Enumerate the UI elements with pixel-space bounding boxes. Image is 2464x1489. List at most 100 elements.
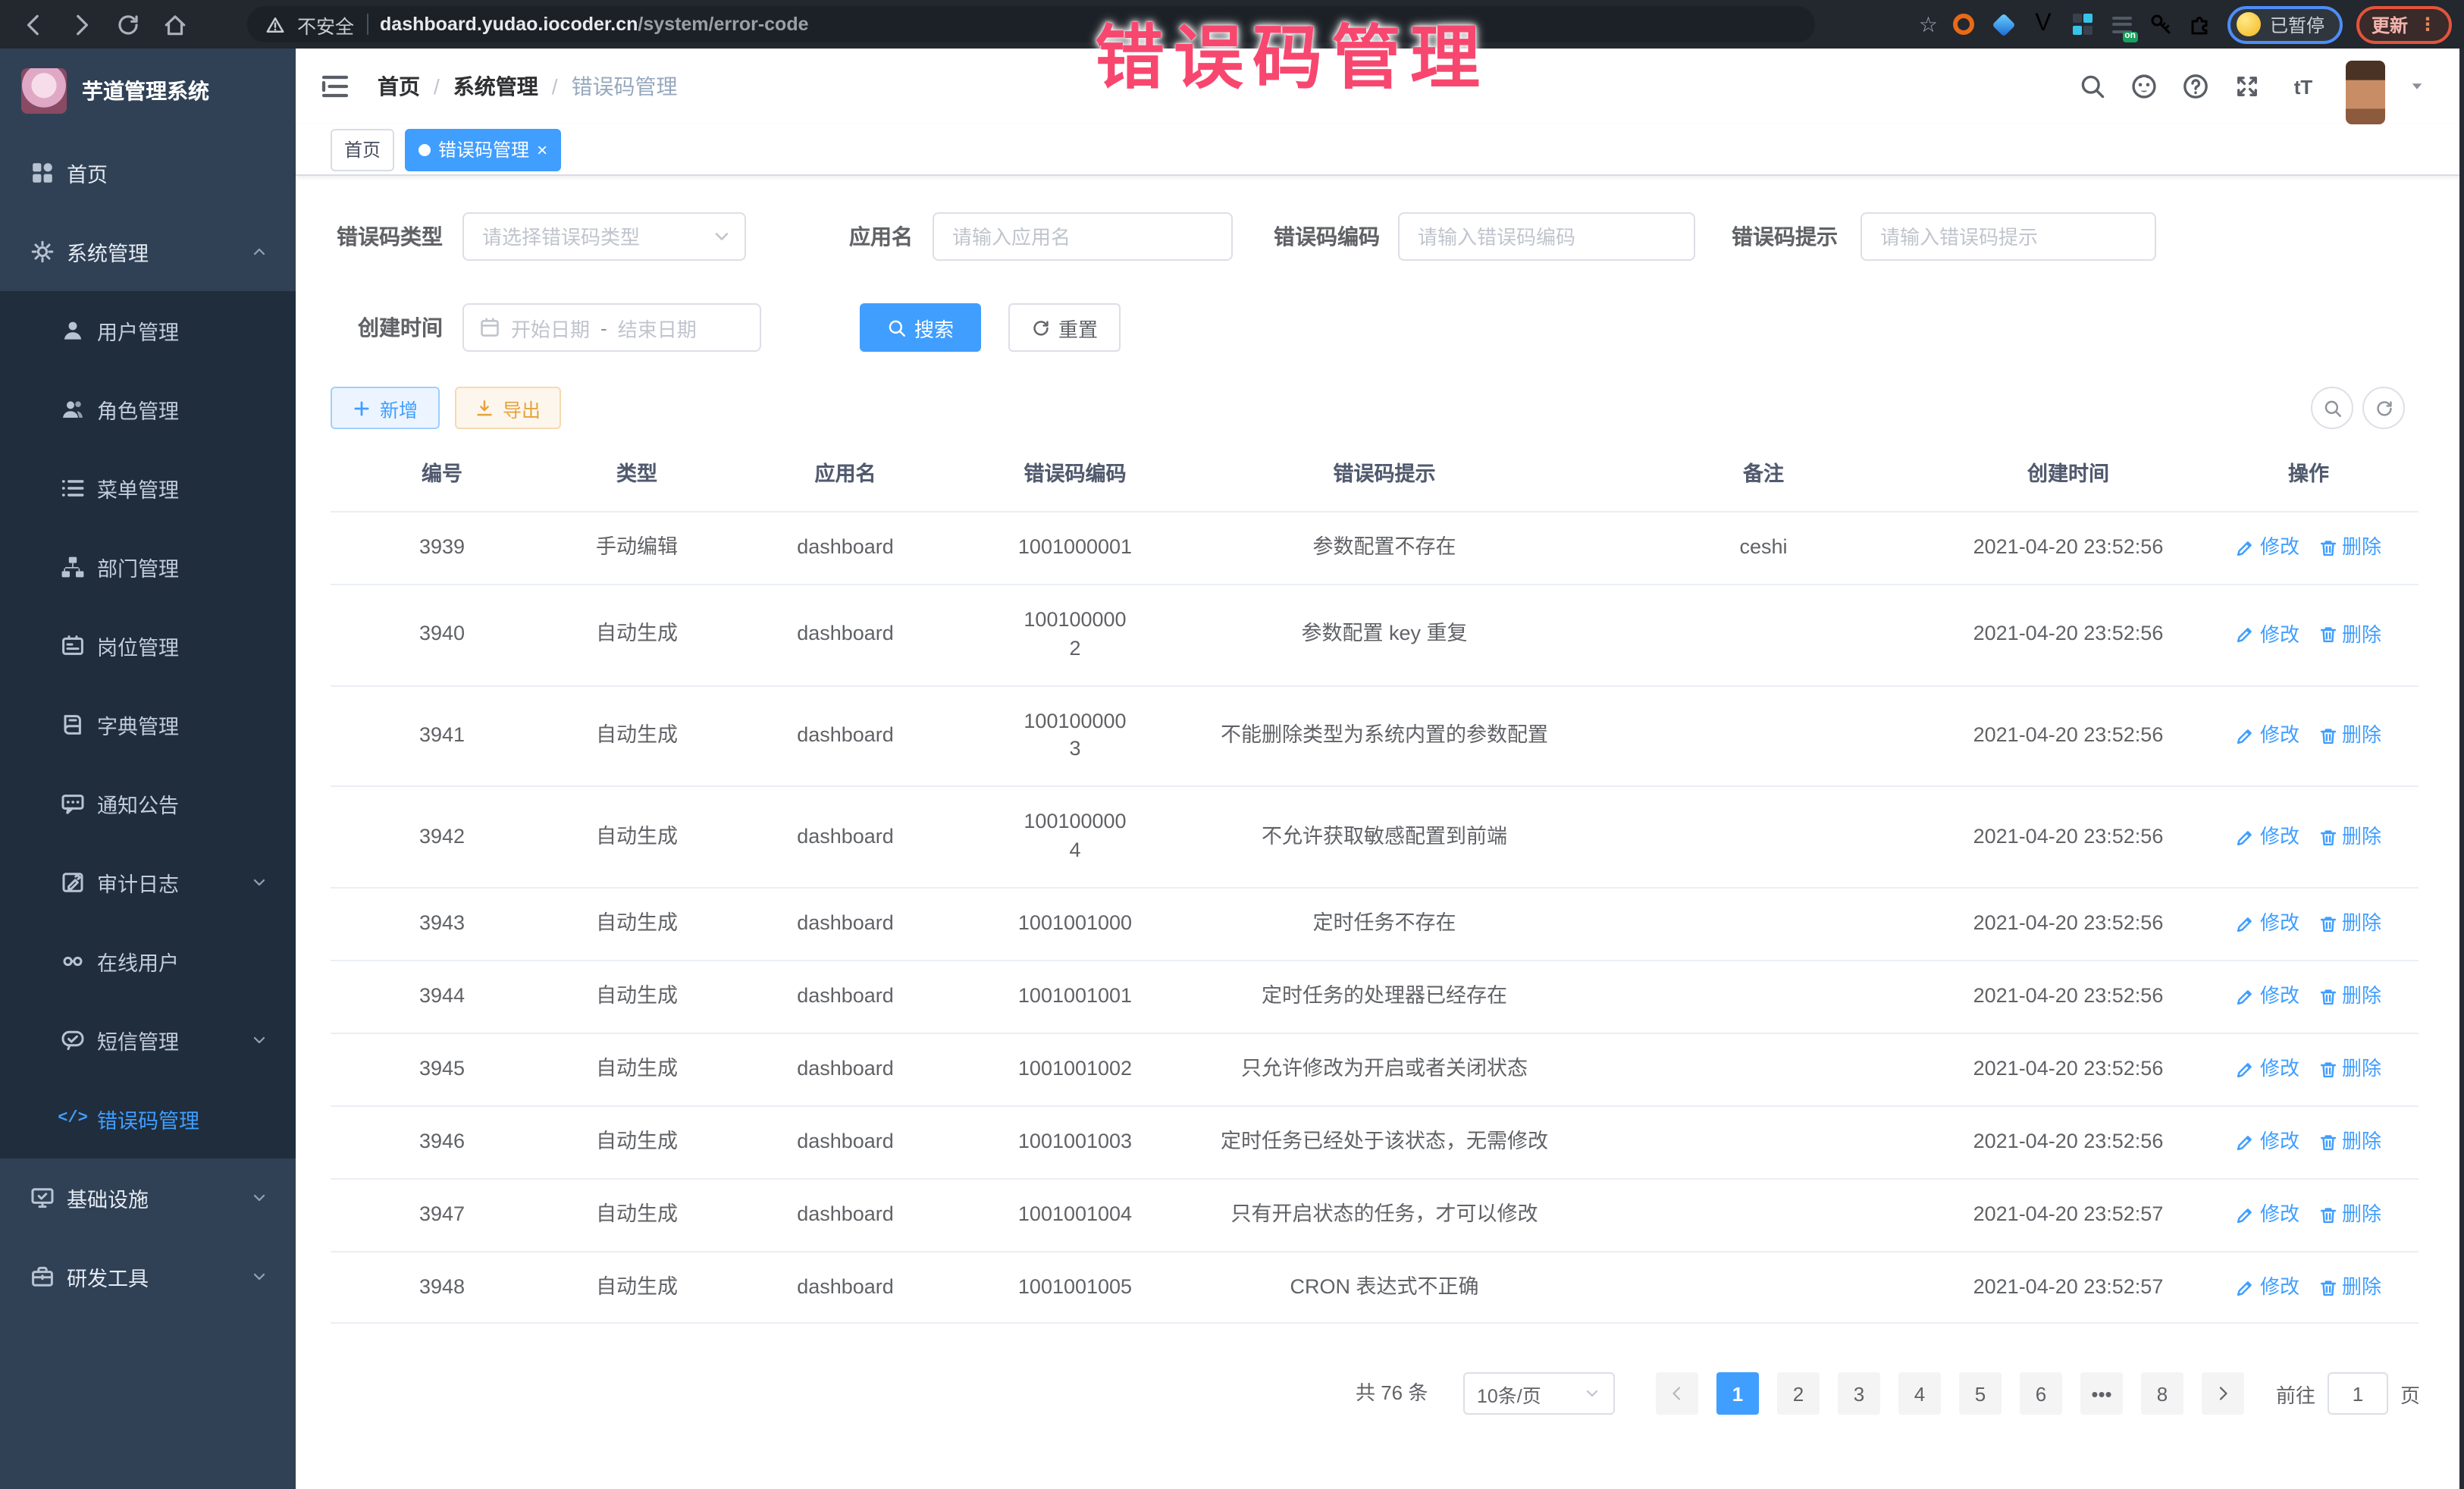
table-row[interactable]: 3945自动生成dashboard1001001002只允许修改为开启或者关闭状… bbox=[331, 1034, 2419, 1107]
page-button-8[interactable]: 8 bbox=[2141, 1372, 2183, 1415]
green-v-extension-icon[interactable]: V bbox=[2030, 11, 2056, 37]
blue-gem-extension-icon[interactable] bbox=[1991, 11, 2017, 37]
sidebar-item-users[interactable]: 角色管理 bbox=[0, 370, 296, 449]
browser-menu-icon[interactable]: ⋮ bbox=[2419, 14, 2437, 35]
table-row[interactable]: 3939手动编辑dashboard1001000001参数配置不存在ceshi2… bbox=[331, 513, 2419, 585]
delete-link[interactable]: 删除 bbox=[2318, 1128, 2381, 1155]
table-row[interactable]: 3946自动生成dashboard1001001003定时任务已经处于该状态，无… bbox=[331, 1107, 2419, 1180]
more-pages-button[interactable]: ••• bbox=[2080, 1372, 2123, 1415]
search-button[interactable]: 搜索 bbox=[860, 303, 981, 352]
sidebar-item-list[interactable]: 菜单管理 bbox=[0, 449, 296, 528]
sidebar-item-toolbox[interactable]: 研发工具 bbox=[0, 1237, 296, 1316]
edit-link[interactable]: 修改 bbox=[2236, 1201, 2299, 1228]
breadcrumb-home[interactable]: 首页 bbox=[378, 71, 420, 102]
page-button-6[interactable]: 6 bbox=[2020, 1372, 2062, 1415]
table-row[interactable]: 3947自动生成dashboard1001001004只有开启状态的任务，才可以… bbox=[331, 1179, 2419, 1252]
page-scrollbar[interactable] bbox=[2459, 49, 2464, 1489]
app-name-input[interactable] bbox=[933, 212, 1233, 261]
edit-link[interactable]: 修改 bbox=[2236, 534, 2299, 561]
key-extension-icon[interactable] bbox=[2149, 11, 2174, 37]
sidebar-item-badge[interactable]: 岗位管理 bbox=[0, 607, 296, 685]
delete-link[interactable]: 删除 bbox=[2318, 1201, 2381, 1228]
reset-button[interactable]: 重置 bbox=[1008, 303, 1121, 352]
error-code-input[interactable] bbox=[1398, 212, 1695, 261]
delete-link[interactable]: 删除 bbox=[2318, 911, 2381, 938]
sidebar-item-code[interactable]: </>错误码管理 bbox=[0, 1080, 296, 1158]
grid-extension-icon[interactable] bbox=[2070, 11, 2096, 37]
add-button[interactable]: 新增 bbox=[331, 387, 440, 429]
sidebar-item-tree[interactable]: 部门管理 bbox=[0, 528, 296, 607]
sidebar-item-online[interactable]: 在线用户 bbox=[0, 922, 296, 1001]
bookmark-star-icon[interactable]: ☆ bbox=[1919, 11, 1938, 37]
address-bar[interactable]: 不安全 dashboard.yudao.iocoder.cn/system/er… bbox=[247, 6, 1815, 42]
help-icon[interactable] bbox=[2182, 73, 2209, 100]
sidebar-item-book[interactable]: 字典管理 bbox=[0, 685, 296, 764]
tab-home[interactable]: 首页 bbox=[331, 128, 394, 171]
table-row[interactable]: 3940自动生成dashboard1001000002参数配置 key 重复20… bbox=[331, 585, 2419, 687]
fullscreen-icon[interactable] bbox=[2234, 73, 2261, 100]
close-tab-icon[interactable]: × bbox=[537, 140, 547, 158]
tab-error-code[interactable]: 错误码管理 × bbox=[405, 128, 561, 171]
update-button[interactable]: 更新 ⋮ bbox=[2356, 5, 2452, 43]
export-button[interactable]: 导出 bbox=[455, 387, 561, 429]
refresh-table-button[interactable] bbox=[2362, 387, 2405, 429]
sidebar-item-user[interactable]: 用户管理 bbox=[0, 291, 296, 370]
breadcrumb-system[interactable]: 系统管理 bbox=[453, 71, 538, 102]
table-row[interactable]: 3948自动生成dashboard1001001005CRON 表达式不正确20… bbox=[331, 1252, 2419, 1324]
edit-link[interactable]: 修改 bbox=[2236, 983, 2299, 1011]
date-range-picker[interactable]: 开始日期 - 结束日期 bbox=[462, 303, 761, 352]
table-row[interactable]: 3943自动生成dashboard1001001000定时任务不存在2021-0… bbox=[331, 889, 2419, 961]
delete-link[interactable]: 删除 bbox=[2318, 1056, 2381, 1083]
goto-page-input[interactable] bbox=[2328, 1372, 2388, 1415]
edit-link[interactable]: 修改 bbox=[2236, 723, 2299, 750]
user-avatar[interactable] bbox=[2346, 61, 2385, 124]
error-type-select[interactable] bbox=[462, 212, 746, 261]
page-size-select[interactable]: 10条/页 bbox=[1463, 1372, 1615, 1415]
puzzle-extension-icon[interactable] bbox=[2188, 11, 2214, 37]
sidebar-item-dashboard[interactable]: 首页 bbox=[0, 133, 296, 212]
browser-profile-chip[interactable]: 已暂停 bbox=[2227, 5, 2343, 43]
delete-link[interactable]: 删除 bbox=[2318, 534, 2381, 561]
reload-icon[interactable] bbox=[115, 11, 141, 37]
error-msg-input[interactable] bbox=[1861, 212, 2156, 261]
sidebar-item-log[interactable]: 审计日志 bbox=[0, 843, 296, 922]
date-start-placeholder[interactable]: 开始日期 bbox=[511, 313, 590, 342]
search-icon[interactable] bbox=[2079, 73, 2106, 100]
hamburger-icon[interactable] bbox=[320, 71, 350, 102]
edit-link[interactable]: 修改 bbox=[2236, 621, 2299, 648]
page-button-4[interactable]: 4 bbox=[1898, 1372, 1941, 1415]
home-icon[interactable] bbox=[162, 11, 188, 37]
delete-link[interactable]: 删除 bbox=[2318, 1274, 2381, 1301]
edit-link[interactable]: 修改 bbox=[2236, 1274, 2299, 1301]
page-button-1[interactable]: 1 bbox=[1716, 1372, 1759, 1415]
date-end-placeholder[interactable]: 结束日期 bbox=[618, 313, 697, 342]
table-row[interactable]: 3944自动生成dashboard1001001001定时任务的处理器已经存在2… bbox=[331, 961, 2419, 1034]
orange-ring-extension-icon[interactable] bbox=[1951, 11, 1977, 37]
edit-link[interactable]: 修改 bbox=[2236, 1128, 2299, 1155]
toggle-search-button[interactable] bbox=[2311, 387, 2353, 429]
sidebar-item-gear[interactable]: 系统管理 bbox=[0, 212, 296, 291]
caret-down-icon[interactable] bbox=[2409, 79, 2425, 94]
error-type-select-input[interactable] bbox=[462, 212, 746, 261]
page-button-2[interactable]: 2 bbox=[1777, 1372, 1820, 1415]
page-button-3[interactable]: 3 bbox=[1838, 1372, 1880, 1415]
edit-link[interactable]: 修改 bbox=[2236, 823, 2299, 851]
page-button-5[interactable]: 5 bbox=[1959, 1372, 2002, 1415]
font-size-icon[interactable]: tT bbox=[2285, 73, 2321, 100]
sidebar-item-monitor[interactable]: 基础设施 bbox=[0, 1158, 296, 1237]
not-secure-icon[interactable] bbox=[265, 14, 285, 34]
github-icon[interactable] bbox=[2130, 73, 2158, 100]
app-logo-row[interactable]: 芋道管理系统 bbox=[0, 49, 296, 133]
edit-link[interactable]: 修改 bbox=[2236, 1056, 2299, 1083]
sidebar-item-bubble[interactable]: 通知公告 bbox=[0, 764, 296, 843]
table-row[interactable]: 3941自动生成dashboard1001000003不能删除类型为系统内置的参… bbox=[331, 686, 2419, 788]
delete-link[interactable]: 删除 bbox=[2318, 621, 2381, 648]
edit-link[interactable]: 修改 bbox=[2236, 911, 2299, 938]
delete-link[interactable]: 删除 bbox=[2318, 823, 2381, 851]
delete-link[interactable]: 删除 bbox=[2318, 723, 2381, 750]
list-on-extension-icon[interactable]: on bbox=[2109, 11, 2135, 37]
forward-icon[interactable] bbox=[68, 11, 94, 37]
back-icon[interactable] bbox=[21, 11, 47, 37]
sidebar-item-sms[interactable]: 短信管理 bbox=[0, 1001, 296, 1080]
prev-page-button[interactable] bbox=[1656, 1372, 1698, 1415]
